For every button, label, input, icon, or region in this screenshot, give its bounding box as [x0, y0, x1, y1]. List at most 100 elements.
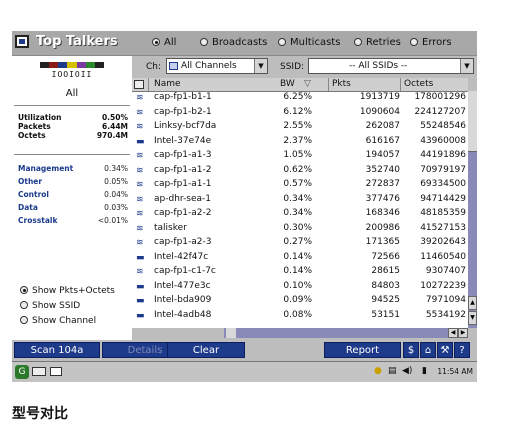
- horizontal-scrollbar[interactable]: ◀ ▶: [224, 328, 468, 338]
- table-row[interactable]: ≋ cap-fp1-a2-3 0.27% 171365 39202643: [132, 237, 468, 249]
- table-row[interactable]: ≋ cap-fp1-a1-2 0.62% 352740 70979197: [132, 165, 468, 177]
- cell-octets: 224127207: [414, 106, 466, 117]
- help-button[interactable]: ?: [454, 342, 470, 358]
- vertical-scrollbar[interactable]: ▲ ▼: [468, 91, 477, 328]
- ssid-select[interactable]: -- All SSIDs -- ▼: [308, 58, 474, 74]
- table-row[interactable]: ▬ Intel-4adb48 0.08% 53151 5534192: [132, 310, 468, 322]
- filter-all-radio[interactable]: All: [152, 37, 176, 48]
- report-button[interactable]: Report: [324, 342, 401, 358]
- cell-bw: 0.34%: [283, 193, 312, 204]
- cell-bw: 0.10%: [283, 280, 312, 291]
- table-row[interactable]: ≋ cap-fp1-a1-1 0.57% 272837 69334500: [132, 179, 468, 191]
- swap-icon[interactable]: $: [403, 342, 419, 358]
- scroll-right-icon[interactable]: ▶: [458, 328, 468, 338]
- ssid-label: SSID:: [280, 62, 305, 72]
- category-crosstalk[interactable]: Crosstalk <0.01%: [18, 216, 128, 227]
- top-talkers-window: Top Talkers All Broadcasts Multicasts Re…: [12, 31, 477, 382]
- category-other[interactable]: Other 0.05%: [18, 177, 128, 188]
- cell-octets: 9307407: [425, 266, 466, 276]
- table-row[interactable]: ▬ Intel-477e3c 0.10% 84803 10272239: [132, 281, 468, 293]
- column-header-name[interactable]: Name: [154, 79, 181, 89]
- action-bar: Scan 104a Details Clear Report $ ⌂ ⚒ ?: [12, 340, 477, 360]
- access-point-icon: ≋: [136, 180, 144, 190]
- window-menu-icon[interactable]: [15, 35, 29, 48]
- access-point-icon: ≋: [136, 122, 144, 132]
- cell-pkts: 1090604: [359, 106, 400, 117]
- client-device-icon: ▬: [136, 252, 145, 263]
- scroll-down-icon[interactable]: ▼: [468, 311, 477, 325]
- cell-bw: 2.37%: [283, 135, 312, 146]
- show-channel-radio[interactable]: Show Channel: [20, 316, 96, 326]
- column-header-octets[interactable]: Octets: [404, 79, 433, 89]
- start-menu-icon[interactable]: G: [15, 365, 29, 379]
- radio-selected-icon: [20, 286, 28, 294]
- wrench-icon[interactable]: ⚒: [437, 342, 453, 358]
- access-point-icon: ≋: [136, 151, 144, 161]
- scroll-up-icon[interactable]: ▲: [468, 296, 477, 310]
- scroll-thumb[interactable]: [226, 328, 236, 338]
- category-management[interactable]: Management 0.34%: [18, 164, 128, 175]
- cell-bw: 0.27%: [283, 237, 312, 247]
- table-row[interactable]: ≋ Linksy-bcf7da 2.55% 262087 55248546: [132, 121, 468, 133]
- cell-pkts: 171365: [365, 237, 400, 247]
- table-row[interactable]: ▬ Intel-42f47c 0.14% 72566 11460540: [132, 252, 468, 264]
- show-ssid-radio[interactable]: Show SSID: [20, 301, 80, 311]
- show-pkts-octets-radio[interactable]: Show Pkts+Octets: [20, 286, 115, 296]
- scan-button[interactable]: Scan 104a: [14, 342, 100, 358]
- filter-multicasts-radio[interactable]: Multicasts: [278, 37, 340, 48]
- filter-errors-radio[interactable]: Errors: [410, 37, 452, 48]
- table-row[interactable]: ≋ cap-fp1-b2-1 6.12% 1090604 224127207: [132, 107, 468, 119]
- column-header-pkts[interactable]: Pkts: [332, 79, 351, 89]
- color-swatch: [67, 62, 77, 68]
- category-control[interactable]: Control 0.04%: [18, 190, 128, 201]
- cell-name: ap-dhr-sea-1: [154, 193, 211, 204]
- table-row[interactable]: ≋ cap-fp1-a1-3 1.05% 194057 44191896: [132, 150, 468, 162]
- column-chooser-icon[interactable]: [134, 80, 144, 89]
- table-row[interactable]: ≋ cap-fp1-c1-7c 0.14% 28615 9307407: [132, 266, 468, 278]
- access-point-icon: ≋: [136, 93, 144, 103]
- divider: [328, 78, 329, 91]
- cell-pkts: 377476: [365, 193, 400, 204]
- table-row[interactable]: ≋ cap-fp1-b1-1 6.25% 1913719 178001296: [132, 92, 468, 104]
- speaker-icon[interactable]: ◀): [402, 366, 412, 379]
- scroll-thumb[interactable]: [468, 91, 477, 152]
- color-swatch: [49, 62, 59, 68]
- keyboard-icon[interactable]: [32, 367, 46, 376]
- table-row[interactable]: ▬ Intel-37e74e 2.37% 616167 43960008: [132, 136, 468, 148]
- table-row[interactable]: ▬ Intel-bda909 0.09% 94525 7971094: [132, 295, 468, 307]
- table-row[interactable]: ≋ cap-fp1-a2-2 0.34% 168346 48185359: [132, 208, 468, 220]
- cell-pkts: 1913719: [359, 92, 400, 102]
- access-point-icon: ≋: [136, 194, 144, 205]
- cell-pkts: 53151: [371, 309, 400, 320]
- channel-select[interactable]: All Channels ▼: [166, 58, 268, 74]
- filter-broadcasts-radio[interactable]: Broadcasts: [200, 37, 267, 48]
- cell-octets: 10272239: [420, 280, 466, 291]
- cell-bw: 0.30%: [283, 222, 312, 233]
- radio-unselected-icon: [20, 301, 28, 309]
- title-bar: Top Talkers All Broadcasts Multicasts Re…: [12, 31, 477, 56]
- window-switch-icon[interactable]: [50, 367, 62, 376]
- radio-unselected-icon: [200, 38, 208, 46]
- chevron-down-icon: ▼: [254, 59, 267, 73]
- cell-bw: 0.62%: [283, 164, 312, 175]
- cell-bw: 0.08%: [283, 309, 312, 320]
- column-header-bw[interactable]: BW: [280, 79, 295, 89]
- category-data[interactable]: Data 0.03%: [18, 203, 128, 214]
- cell-name: Intel-37e74e: [154, 135, 212, 146]
- cell-bw: 0.57%: [283, 179, 312, 189]
- table-row[interactable]: ≋ talisker 0.30% 200986 41527153: [132, 223, 468, 235]
- access-point-icon: ≋: [136, 223, 144, 234]
- stat-utilization: Utilization 0.50%: [18, 113, 128, 122]
- clipboard-icon[interactable]: ▤: [388, 366, 397, 379]
- client-device-icon: ▬: [136, 310, 145, 321]
- scroll-left-icon[interactable]: ◀: [448, 328, 458, 338]
- cell-name: cap-fp1-a2-3: [154, 237, 212, 247]
- cell-name: Intel-bda909: [154, 295, 212, 305]
- cell-bw: 0.14%: [283, 251, 312, 262]
- clear-button[interactable]: Clear: [167, 342, 245, 358]
- table-row[interactable]: ≋ ap-dhr-sea-1 0.34% 377476 94714429: [132, 194, 468, 206]
- cell-pkts: 28615: [371, 266, 400, 276]
- filter-retries-radio[interactable]: Retries: [354, 37, 401, 48]
- status-light-icon: ●: [374, 366, 382, 376]
- home-icon[interactable]: ⌂: [420, 342, 436, 358]
